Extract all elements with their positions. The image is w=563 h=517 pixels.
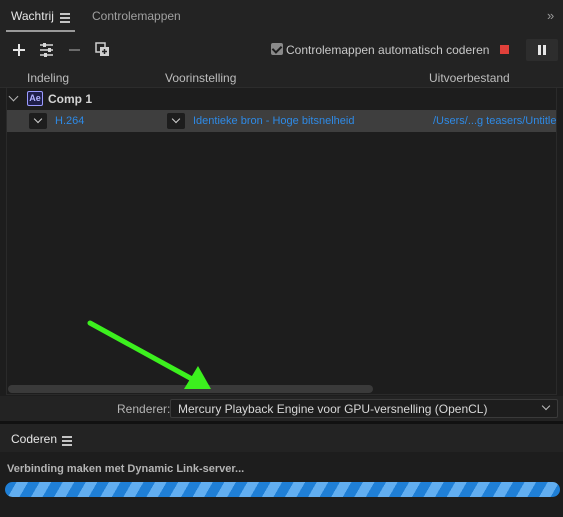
encoding-status-text: Verbinding maken met Dynamic Link-server… bbox=[7, 463, 245, 475]
queue-panel-menu-icon[interactable] bbox=[60, 13, 70, 23]
format-link[interactable]: H.264 bbox=[55, 115, 84, 127]
queue-toolbar: Controlemappen automatisch coderen bbox=[0, 34, 563, 66]
stop-button[interactable] bbox=[500, 45, 509, 54]
output-file-link[interactable]: /Users/...g teasers/Untitled bbox=[433, 115, 556, 127]
chevron-down-icon bbox=[541, 401, 551, 411]
encoding-panel: Verbinding maken met Dynamic Link-server… bbox=[0, 452, 563, 517]
queue-column-headers: Indeling Voorinstelling Uitvoerbestand bbox=[0, 66, 563, 88]
column-header-format[interactable]: Indeling bbox=[27, 71, 69, 85]
encoding-panel-header: Coderen bbox=[0, 424, 563, 452]
settings-sliders-icon bbox=[40, 43, 53, 57]
duplicate-icon bbox=[95, 42, 109, 56]
pause-button[interactable] bbox=[526, 39, 558, 61]
tab-watch-folders[interactable]: Controlemappen bbox=[92, 9, 181, 23]
active-tab-indicator bbox=[6, 30, 75, 32]
horizontal-scrollbar[interactable] bbox=[8, 385, 373, 393]
duplicate-button[interactable] bbox=[94, 41, 112, 59]
preset-link[interactable]: Identieke bron - Hoge bitsnelheid bbox=[193, 115, 354, 127]
renderer-value: Mercury Playback Engine voor GPU-versnel… bbox=[178, 402, 488, 416]
comp-name: Comp 1 bbox=[48, 92, 93, 106]
renderer-select[interactable]: Mercury Playback Engine voor GPU-versnel… bbox=[170, 399, 558, 418]
encoding-panel-menu-icon[interactable] bbox=[62, 436, 72, 446]
preset-dropdown-button[interactable] bbox=[167, 113, 185, 129]
panel-tab-bar: Wachtrij Controlemappen » bbox=[0, 0, 563, 34]
settings-sliders-button[interactable] bbox=[38, 41, 56, 59]
queue-list: Ae Comp 1 H.264 Identieke bron - Hoge bi… bbox=[6, 88, 557, 395]
format-dropdown-button[interactable] bbox=[29, 113, 47, 129]
column-header-preset[interactable]: Voorinstelling bbox=[165, 71, 236, 85]
tab-queue[interactable]: Wachtrij bbox=[11, 9, 54, 23]
renderer-label: Renderer: bbox=[117, 402, 171, 416]
expand-chevron-icon[interactable] bbox=[8, 91, 19, 102]
renderer-row: Renderer: Mercury Playback Engine voor G… bbox=[0, 396, 563, 422]
remove-button[interactable] bbox=[66, 41, 84, 59]
after-effects-icon: Ae bbox=[27, 91, 43, 106]
column-header-output[interactable]: Uitvoerbestand bbox=[429, 71, 510, 85]
auto-encode-label: Controlemappen automatisch coderen bbox=[286, 43, 490, 57]
queue-output-row[interactable]: H.264 Identieke bron - Hoge bitsnelheid … bbox=[7, 110, 556, 132]
add-source-button[interactable] bbox=[10, 41, 28, 59]
auto-encode-checkbox[interactable] bbox=[271, 43, 283, 55]
panel-close-icon[interactable]: » bbox=[547, 8, 554, 23]
encoding-progress-bar bbox=[5, 482, 560, 497]
encoding-panel-title[interactable]: Coderen bbox=[11, 432, 57, 446]
queue-comp-row[interactable]: Ae Comp 1 bbox=[7, 88, 556, 110]
